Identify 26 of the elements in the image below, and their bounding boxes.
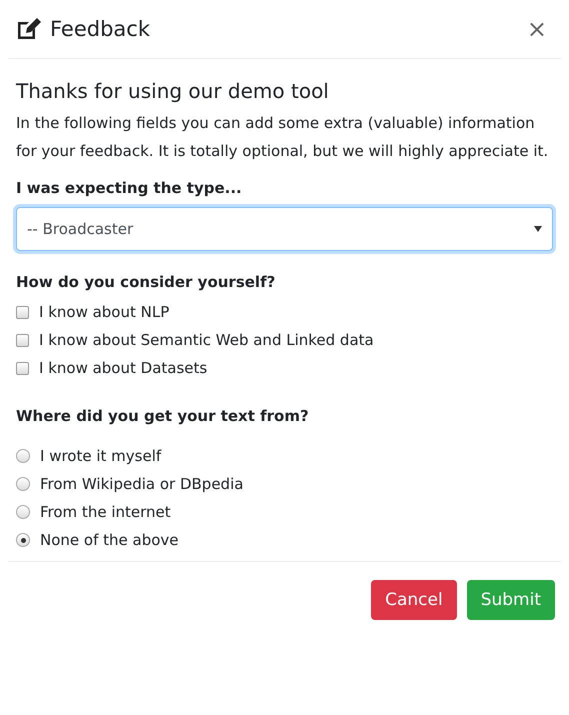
radio-button[interactable] xyxy=(16,449,30,463)
radio-button[interactable] xyxy=(16,505,30,519)
radio-label: I wrote it myself xyxy=(40,446,162,467)
checkbox-label: I know about NLP xyxy=(39,302,170,323)
cancel-button[interactable]: Cancel xyxy=(371,580,457,620)
checkbox-label: I know about Semantic Web and Linked data xyxy=(39,330,374,351)
radio-button[interactable] xyxy=(16,533,30,547)
caret-icon xyxy=(534,226,542,232)
checkbox[interactable] xyxy=(16,306,29,318)
checkbox[interactable] xyxy=(16,362,29,374)
radio-label: From the internet xyxy=(40,502,171,523)
type-select[interactable]: -- Broadcaster xyxy=(16,207,553,251)
type-label: I was expecting the type... xyxy=(16,179,243,197)
intro-heading: Thanks for using our demo tool xyxy=(16,79,330,103)
radio-label: From Wikipedia or DBpedia xyxy=(40,474,244,495)
experience-label: How do you consider yourself? xyxy=(16,273,276,291)
radio-label: None of the above xyxy=(40,530,179,551)
radio-button[interactable] xyxy=(16,477,30,491)
intro-text: In the following fields you can add some extra (valuable) information for your feedback. It is totally optional, but we will highly appreciate it. xyxy=(16,113,550,162)
submit-button[interactable]: Submit xyxy=(466,580,555,620)
checkbox[interactable] xyxy=(16,334,29,346)
source-label: Where did you get your text from? xyxy=(16,407,310,425)
close-button[interactable]: × xyxy=(520,15,553,43)
dialog-title: Feedback xyxy=(50,17,150,41)
edit-icon xyxy=(16,17,42,41)
checkbox-label: I know about Datasets xyxy=(39,358,208,379)
